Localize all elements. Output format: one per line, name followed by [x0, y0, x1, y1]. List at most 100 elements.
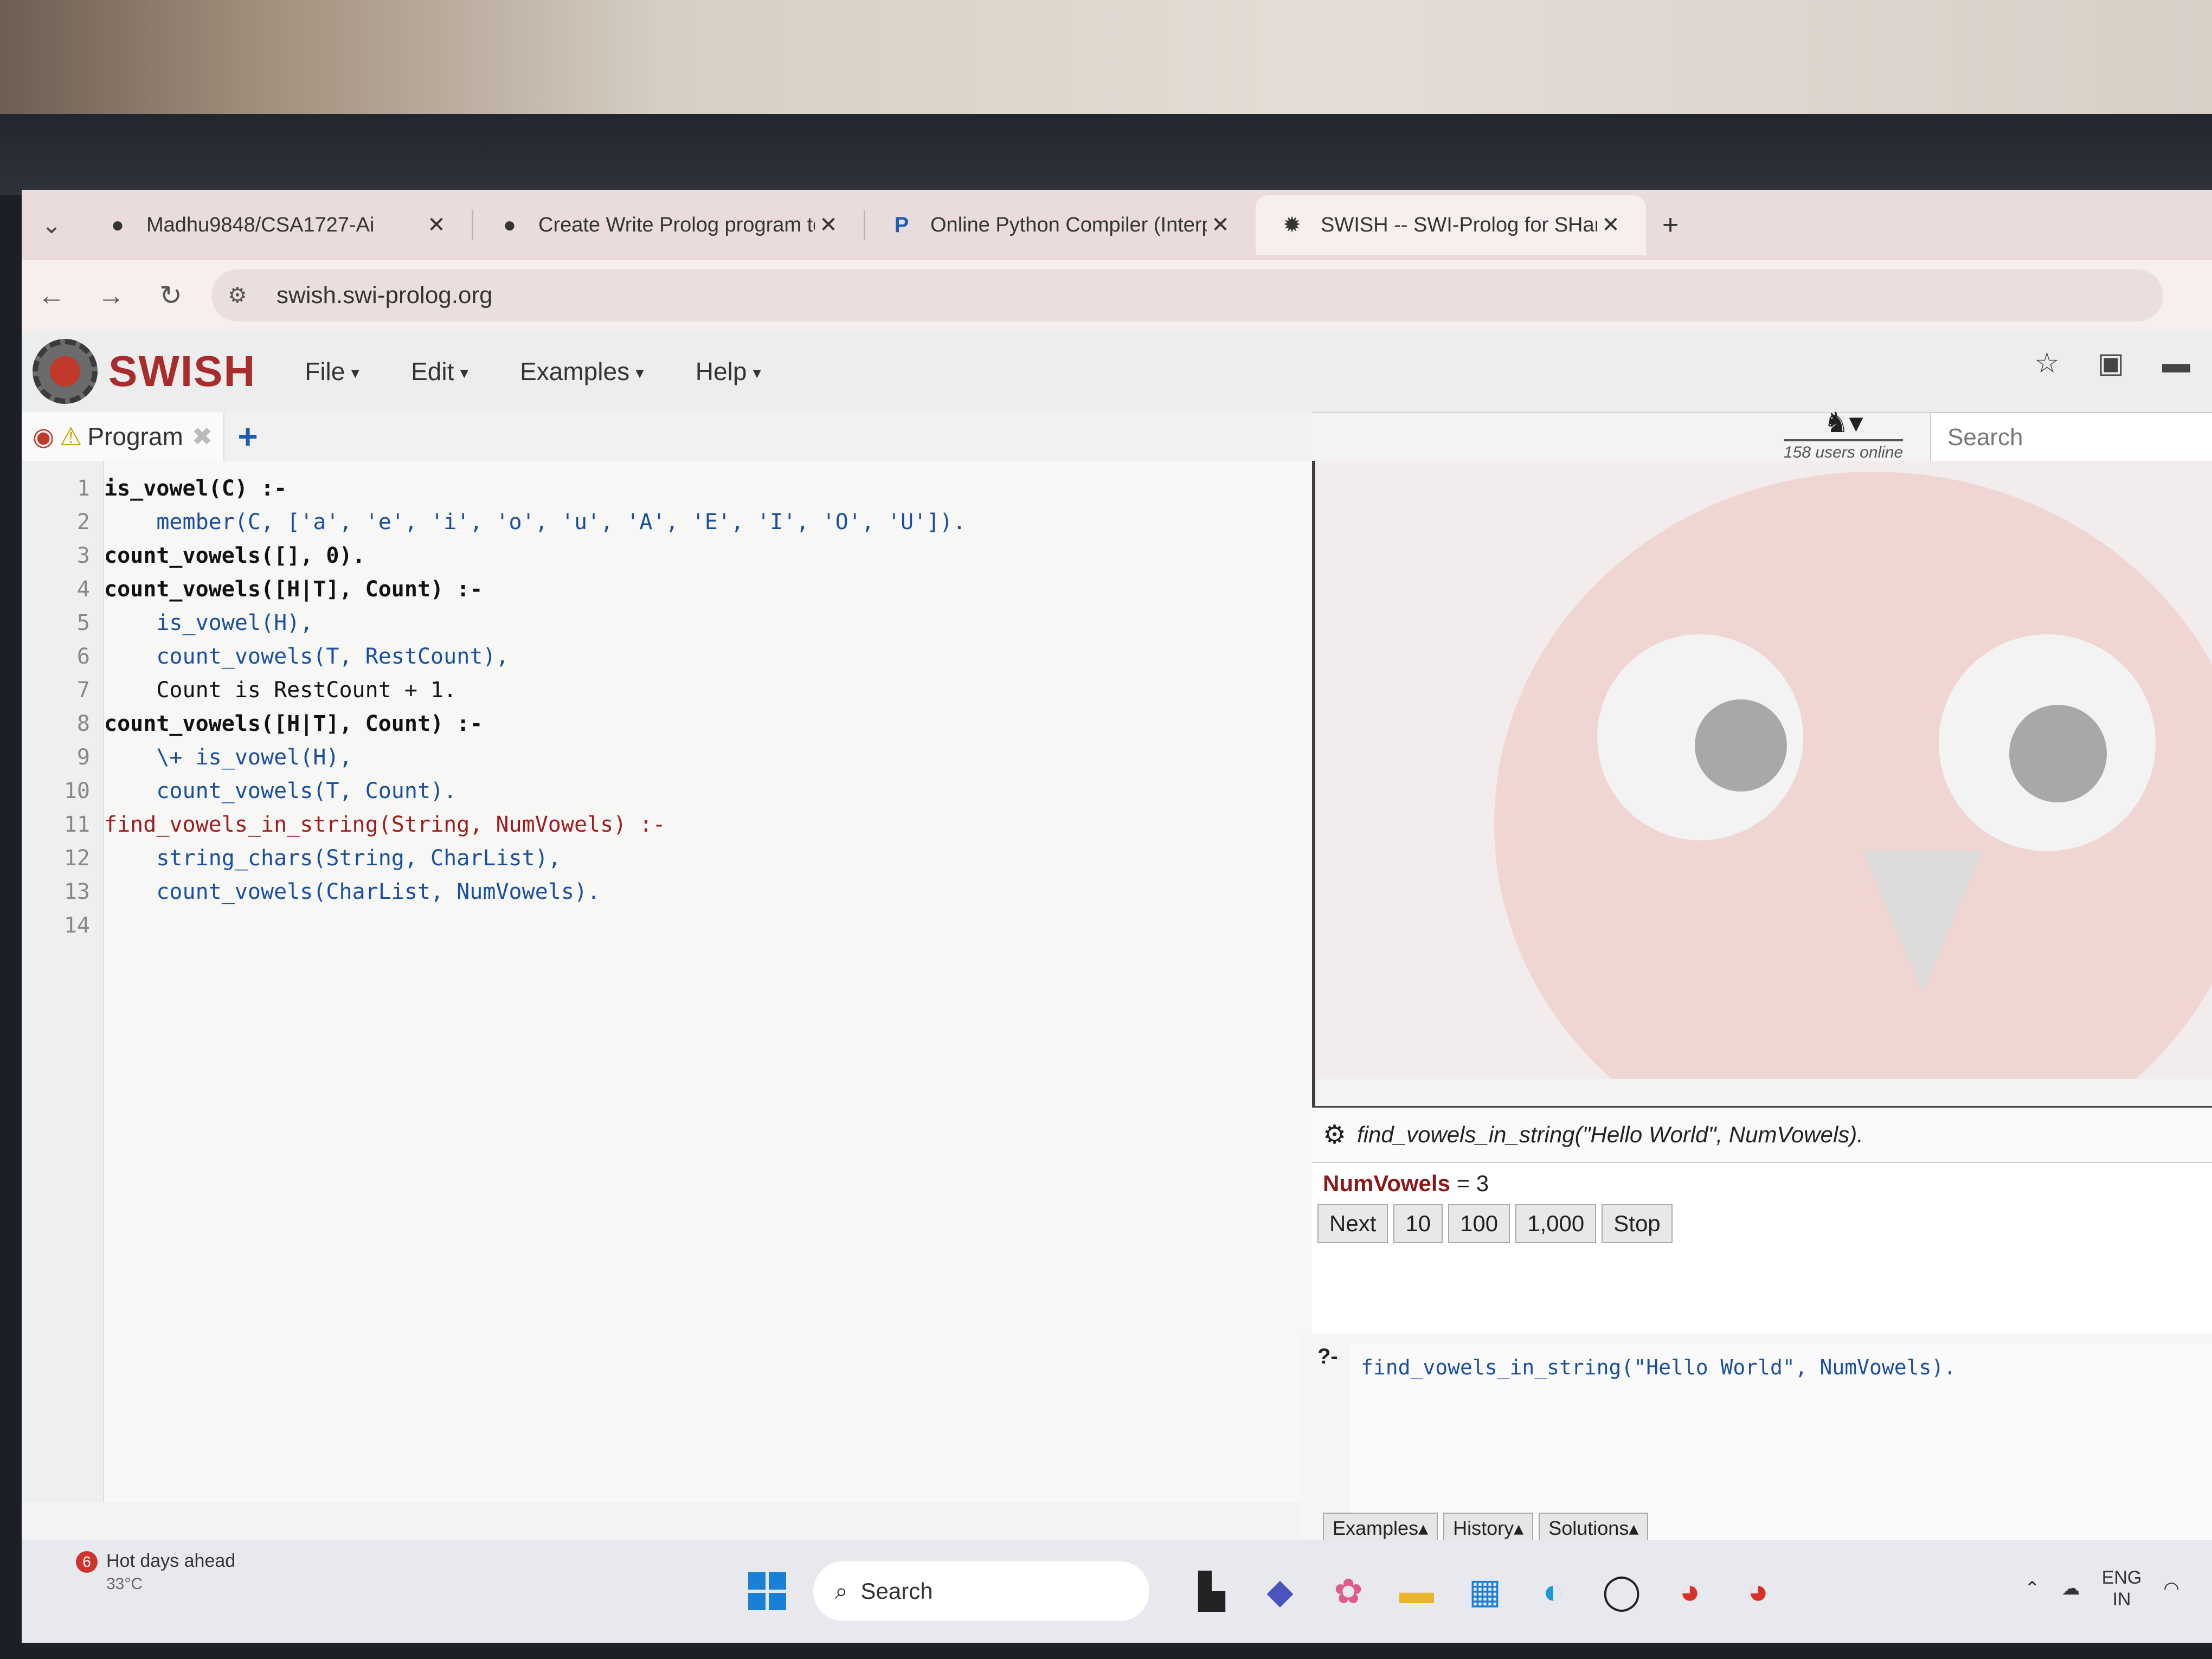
edge-icon[interactable]: ◐	[1529, 1567, 1578, 1616]
caret-down-icon: ▼	[750, 365, 764, 382]
copilot-icon[interactable]: ✿	[1324, 1567, 1373, 1616]
owl-icon: ◉	[33, 422, 55, 451]
search-icon: ⌕	[835, 1578, 848, 1604]
tab-close-icon[interactable]: ✕	[423, 213, 450, 237]
programiz-icon: P	[894, 213, 909, 237]
user-icon: ♞▾	[1823, 407, 1863, 439]
chrome-icon[interactable]: ◕	[1666, 1567, 1714, 1616]
menu-label: File	[305, 357, 345, 385]
code-line: 1 is_vowel(C) :-	[22, 472, 287, 505]
screen: ⌄ ● Madhu9848/CSA1727-Ai ✕ ● Create Writ…	[22, 190, 2212, 1643]
code-line: 12 string_chars(String, CharList),	[22, 841, 561, 875]
query-prompt: ?-	[1317, 1345, 1338, 1368]
line-number: 2	[76, 510, 90, 535]
add-tab-icon[interactable]: +	[237, 416, 258, 456]
new-tab-icon[interactable]: +	[1646, 201, 1695, 249]
tab-close-icon[interactable]: ✕	[1597, 213, 1624, 237]
weather-temp: 33°C	[106, 1575, 143, 1593]
task-view-icon[interactable]: ▙	[1187, 1567, 1236, 1616]
menu-file[interactable]: File ▼	[305, 357, 362, 386]
wifi-icon[interactable]: ◠	[2163, 1578, 2179, 1599]
taskbar-search[interactable]: ⌕ Search	[813, 1561, 1149, 1621]
code-text: string_chars(String, CharList),	[104, 846, 561, 871]
answer-panel: ⚙ find_vowels_in_string("Hello World", N…	[1312, 1106, 2212, 1335]
tab-search-dropdown-icon[interactable]: ⌄	[22, 195, 81, 255]
chevron-up-icon[interactable]: ⌃	[2024, 1578, 2040, 1599]
address-bar: ← → ↻ ⚙ swish.swi-prolog.org	[22, 260, 2212, 331]
menu-examples[interactable]: Examples ▼	[520, 357, 647, 386]
extension-icon[interactable]: ▣	[2098, 347, 2124, 380]
url-input[interactable]: ⚙ swish.swi-prolog.org	[211, 269, 2163, 321]
next-1000-button[interactable]: 1,000	[1515, 1204, 1597, 1243]
browser-tab-1[interactable]: ● Madhu9848/CSA1727-Ai ✕	[81, 195, 472, 255]
answer-variable: NumVowels	[1323, 1171, 1450, 1196]
program-editor[interactable]: 1 is_vowel(C) :- 2 member(C, ['a', 'e', '…	[22, 461, 1315, 1502]
bookmark-star-icon[interactable]: ☆	[2034, 347, 2060, 380]
code-line: 10 count_vowels(T, Count).	[22, 774, 456, 808]
back-icon[interactable]: ←	[22, 266, 81, 325]
button-label: Examples	[1333, 1517, 1419, 1539]
owl-pupil	[2009, 705, 2107, 802]
users-online[interactable]: ♞▾ 158 users online	[1784, 407, 1904, 462]
windows-start-icon[interactable]	[748, 1572, 786, 1610]
store-icon[interactable]: ▦	[1461, 1567, 1509, 1616]
line-number: 1	[76, 476, 90, 501]
answer-buttons: Next 10 100 1,000 Stop	[1312, 1204, 2212, 1243]
next-10-button[interactable]: 10	[1393, 1204, 1443, 1243]
tab-close-icon[interactable]: ✕	[1207, 213, 1234, 237]
code-line: 2 member(C, ['a', 'e', 'i', 'o', 'u', 'A…	[22, 505, 966, 539]
sidepanel-icon[interactable]: ▬	[2162, 347, 2190, 380]
menu-label: Help	[695, 357, 747, 385]
menu-edit[interactable]: Edit ▼	[411, 357, 471, 386]
weather-badge: 6	[76, 1551, 98, 1573]
code-line: 9 \+ is_vowel(H),	[22, 741, 352, 774]
windows-taskbar: 6 Hot days ahead 33°C ⌕ Search ▙ ◆ ✿ ▬ ▦ …	[22, 1540, 2212, 1643]
menu-help[interactable]: Help ▼	[696, 357, 764, 386]
tab-close-icon[interactable]: ✕	[815, 213, 842, 237]
code-text: count_vowels([H|T], Count) :-	[104, 577, 483, 602]
reload-icon[interactable]: ↻	[141, 266, 201, 325]
laptop-bezel	[0, 114, 2212, 195]
code-line: 13 count_vowels(CharList, NumVowels).	[22, 875, 600, 909]
weather-title: Hot days ahead	[106, 1551, 236, 1571]
caret-down-icon: ▼	[633, 365, 647, 382]
gear-icon: ⚙	[1323, 1121, 1347, 1149]
browser-tab-strip: ⌄ ● Madhu9848/CSA1727-Ai ✕ ● Create Writ…	[22, 190, 2212, 260]
stop-button[interactable]: Stop	[1602, 1204, 1673, 1243]
forward-icon[interactable]: →	[81, 266, 141, 325]
file-explorer-icon[interactable]: ▬	[1392, 1567, 1441, 1616]
code-line: 8 count_vowels([H|T], Count) :-	[22, 707, 483, 741]
owl-beak	[1863, 851, 1982, 992]
search-input[interactable]: Search	[1930, 412, 2212, 464]
code-text: is_vowel(H),	[104, 610, 313, 635]
chrome-profile-icon[interactable]: ◕	[1734, 1567, 1783, 1616]
answer-query-text: find_vowels_in_string("Hello World", Num…	[1357, 1122, 1863, 1147]
line-number: 7	[76, 678, 90, 703]
line-number: 5	[76, 610, 90, 635]
whatsapp-icon[interactable]: ◯	[1597, 1567, 1646, 1616]
tab-program[interactable]: ◉ ⚠ Program ✖	[22, 412, 225, 461]
taskbar-search-label: Search	[860, 1578, 933, 1604]
language-indicator[interactable]: ENG IN	[2102, 1567, 2142, 1610]
code-line: 6 count_vowels(T, RestCount),	[22, 640, 509, 673]
weather-widget[interactable]: 6 Hot days ahead 33°C	[76, 1551, 235, 1594]
line-number: 12	[63, 846, 90, 871]
line-number: 9	[76, 745, 90, 770]
next-100-button[interactable]: 100	[1448, 1204, 1510, 1243]
tab-title: Create Write Prolog program to	[538, 213, 815, 236]
browser-tab-3[interactable]: P Online Python Compiler (Interp ✕	[865, 195, 1256, 255]
browser-tab-4-active[interactable]: ✹ SWISH -- SWI-Prolog for SHarin ✕	[1256, 195, 1646, 255]
site-settings-icon[interactable]: ⚙	[228, 283, 260, 308]
next-button[interactable]: Next	[1317, 1204, 1388, 1243]
swish-icon: ✹	[1283, 213, 1301, 237]
photo-background	[0, 0, 2212, 195]
line-number: 13	[63, 879, 90, 904]
menu-label: Edit	[411, 357, 454, 385]
line-number: 8	[76, 711, 90, 736]
code-line: 5 is_vowel(H),	[22, 606, 313, 640]
teams-icon[interactable]: ◆	[1256, 1567, 1304, 1616]
onedrive-icon[interactable]: ☁	[2062, 1578, 2080, 1599]
browser-tab-2[interactable]: ● Create Write Prolog program to ✕	[473, 195, 864, 255]
swish-logo[interactable]: SWISH	[33, 339, 256, 404]
close-icon[interactable]: ✖	[192, 422, 213, 451]
